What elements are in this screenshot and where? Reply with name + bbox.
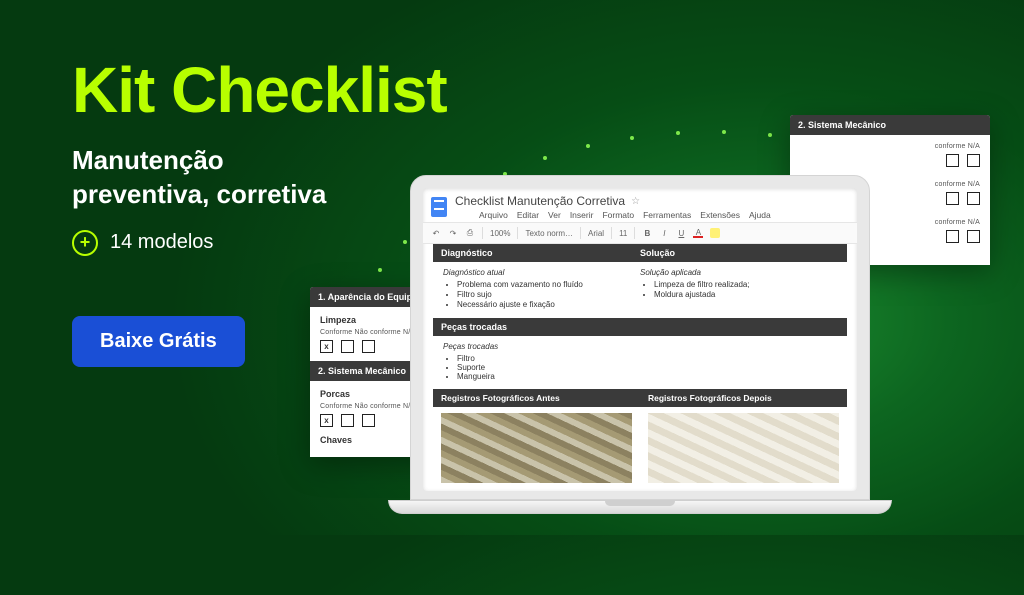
checkbox-checked: x: [320, 414, 333, 427]
gdocs-window: Checklist Manutenção Corretiva ☆ ⠀ Arqui…: [423, 188, 857, 491]
hero-title: Kit Checklist: [72, 58, 447, 122]
menu-item[interactable]: Extensões: [700, 210, 740, 220]
checkbox: [967, 154, 980, 167]
zoom-select[interactable]: 100%: [490, 229, 510, 238]
highlight-icon[interactable]: [710, 228, 720, 238]
bold-icon[interactable]: B: [642, 228, 652, 238]
star-icon: ☆: [631, 196, 640, 207]
menu-item[interactable]: Ferramentas: [643, 210, 691, 220]
photo-before: [441, 413, 632, 483]
checkbox: [946, 154, 959, 167]
font-select[interactable]: Arial: [588, 229, 604, 238]
hero-block: Kit Checklist Manutenção preventiva, cor…: [72, 58, 447, 367]
menu-item[interactable]: Arquivo: [479, 210, 508, 220]
badge-row: + 14 modelos: [72, 230, 447, 256]
plus-icon: +: [72, 230, 98, 256]
print-icon[interactable]: ⎙: [465, 228, 475, 238]
hero-subtitle: Manutenção preventiva, corretiva: [72, 144, 447, 212]
badge-text: 14 modelos: [110, 231, 213, 254]
photo-after: [648, 413, 839, 483]
menu-item[interactable]: Ver: [548, 210, 561, 220]
menu-item[interactable]: Inserir: [570, 210, 594, 220]
style-select[interactable]: Texto norm…: [525, 229, 573, 238]
menu-item[interactable]: Editar: [517, 210, 539, 220]
section-header: 2. Sistema Mecânico: [790, 115, 990, 135]
move-icon: ⠀: [646, 196, 653, 207]
checkbox: [341, 414, 354, 427]
checkbox: [362, 414, 375, 427]
menu-item[interactable]: Formato: [602, 210, 634, 220]
text-color-icon[interactable]: A: [693, 228, 703, 238]
checkbox: [946, 230, 959, 243]
checkbox: [967, 230, 980, 243]
laptop-mockup: Checklist Manutenção Corretiva ☆ ⠀ Arqui…: [410, 175, 870, 514]
toolbar: ↶ ↷ ⎙ 100% Texto norm… Arial 11 B I U A: [423, 222, 857, 244]
download-button[interactable]: Baixe Grátis: [72, 316, 245, 367]
menu-bar: Arquivo Editar Ver Inserir Formato Ferra…: [455, 210, 849, 220]
italic-icon[interactable]: I: [659, 228, 669, 238]
checkbox: [946, 192, 959, 205]
redo-icon[interactable]: ↷: [448, 228, 458, 238]
doc-page: Diagnóstico Solução Diagnóstico atual Pr…: [423, 244, 857, 491]
fontsize[interactable]: 11: [619, 229, 627, 238]
doc-title: Checklist Manutenção Corretiva: [455, 194, 625, 208]
underline-icon[interactable]: U: [676, 228, 686, 238]
menu-item[interactable]: Ajuda: [749, 210, 771, 220]
checkbox: [967, 192, 980, 205]
